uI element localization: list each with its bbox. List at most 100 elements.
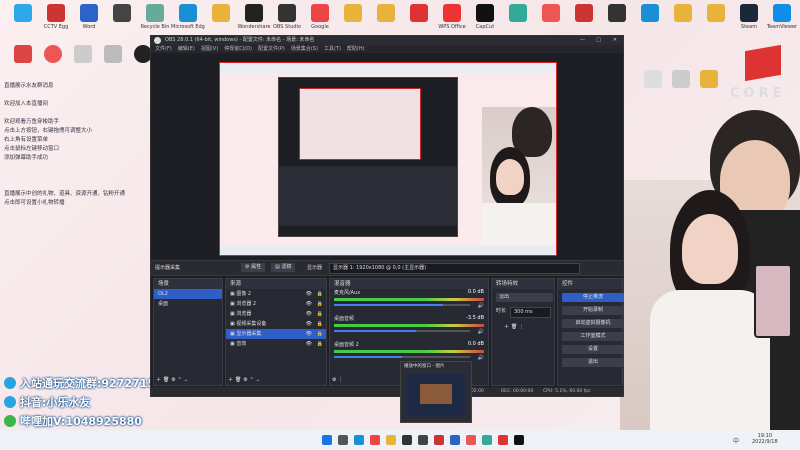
ime-indicator[interactable]: 中 (733, 436, 739, 445)
desktop-icon[interactable] (6, 4, 40, 24)
menu-item[interactable]: 配置文件(P) (258, 46, 285, 52)
lock-icon[interactable]: 🔒 (317, 319, 323, 329)
chrome-icon[interactable] (370, 435, 380, 445)
control-button[interactable]: 开始录制 (562, 306, 624, 315)
source-item[interactable]: ▣ 浏览器 👁 🔒 (226, 309, 326, 319)
scene-settings-button[interactable]: ⚙ (171, 377, 175, 383)
source-item[interactable]: ▣ 视频采集设备 👁 🔒 (226, 319, 326, 329)
control-button[interactable]: 设置 (562, 345, 624, 354)
desktop-icon[interactable] (501, 4, 535, 24)
file-explorer-icon[interactable] (386, 435, 396, 445)
properties-button[interactable]: ⚙ 属性 (241, 263, 266, 272)
desktop-icon[interactable] (369, 4, 403, 24)
desktop-icon[interactable]: Google (303, 4, 337, 30)
display-select[interactable]: 显示器 1: 1920x1080 @ 0,0 (主显示器) (329, 263, 580, 274)
add-source-button[interactable]: ＋ (228, 376, 233, 383)
desktop-icon[interactable] (204, 4, 238, 24)
menu-item[interactable]: 帮助(H) (347, 46, 365, 52)
menu-item[interactable]: 编辑(E) (178, 46, 195, 52)
desktop-icon[interactable] (633, 4, 667, 24)
visibility-eye-icon[interactable]: 👁 (306, 309, 312, 319)
desktop-icon[interactable]: Recycle Bin (138, 4, 172, 30)
desktop-icon[interactable]: CapCut (468, 4, 502, 30)
windows-icon[interactable] (322, 435, 332, 445)
transition-type-select[interactable]: 淡出 (496, 293, 553, 302)
app-icon[interactable] (466, 435, 476, 445)
visibility-eye-icon[interactable]: 👁 (306, 339, 312, 349)
source-up-button[interactable]: ⌃ (250, 377, 254, 383)
desktop-icon[interactable] (699, 4, 733, 24)
menu-item[interactable]: 视图(V) (201, 46, 218, 52)
desktop-icon[interactable]: Microsoft Edge (171, 4, 205, 30)
desktop-icon[interactable]: TeamViewer (765, 4, 799, 30)
app-icon[interactable] (450, 435, 460, 445)
edge-icon[interactable] (354, 435, 364, 445)
remove-source-button[interactable]: 🗑 (235, 377, 241, 383)
desktop-icon[interactable]: WPS Office (435, 4, 469, 30)
app-icon[interactable] (498, 435, 508, 445)
obs-preview[interactable] (219, 62, 557, 256)
desktop-icon[interactable] (666, 4, 700, 24)
scene-item[interactable]: OL2 (154, 289, 222, 299)
add-scene-button[interactable]: ＋ (156, 376, 161, 383)
desktop-icon[interactable]: OBS Studio (270, 4, 304, 30)
clock[interactable]: 19:10 2022/9/18 (752, 433, 778, 445)
search-icon[interactable] (338, 435, 348, 445)
source-item[interactable]: ▣ 浏览器 2 👁 🔒 (226, 299, 326, 309)
obs-title-bar[interactable]: OBS 28.0.1 (64-bit, windows) - 配置文件: 未命名… (151, 36, 623, 45)
remove-transition-button[interactable]: 🗑 (511, 324, 517, 330)
lock-icon[interactable]: 🔒 (317, 299, 323, 309)
mixer-settings-button[interactable]: ⚙ (332, 377, 336, 383)
volume-slider[interactable] (334, 356, 470, 358)
visibility-eye-icon[interactable]: 👁 (306, 299, 312, 309)
lock-icon[interactable]: 🔒 (317, 309, 323, 319)
desktop-icon[interactable] (402, 4, 436, 24)
control-button[interactable]: 停止推流 (562, 293, 624, 302)
desktop-icon[interactable] (567, 4, 601, 24)
close-button[interactable]: ✕ (613, 36, 617, 45)
desktop-icon[interactable]: Word (72, 4, 106, 30)
visibility-eye-icon[interactable]: 👁 (306, 319, 312, 329)
desktop-icon[interactable] (534, 4, 568, 24)
maximize-button[interactable]: □ (596, 36, 601, 45)
menu-item[interactable]: 工具(T) (324, 46, 341, 52)
source-item[interactable]: ▣ 音效 👁 🔒 (226, 339, 326, 349)
menu-item[interactable]: 文件(F) (155, 46, 172, 52)
menu-item[interactable]: 场景集合(S) (291, 46, 318, 52)
app-icon[interactable] (482, 435, 492, 445)
desktop-icon[interactable]: CCTV Egg (39, 4, 73, 30)
duration-input[interactable]: 300 ms (510, 307, 551, 318)
scene-up-button[interactable]: ⌃ (178, 377, 182, 383)
desktop-icon[interactable]: Steam (732, 4, 766, 30)
volume-slider[interactable] (334, 304, 470, 306)
app-icon[interactable] (434, 435, 444, 445)
source-item[interactable]: ▣ 显示器采集 👁 🔒 (226, 329, 326, 339)
scene-item[interactable]: 桌面 (154, 299, 222, 309)
scene-down-button[interactable]: ⌄ (184, 377, 188, 383)
volume-slider[interactable] (334, 330, 470, 332)
desktop-icon[interactable] (336, 4, 370, 24)
minimize-button[interactable]: — (580, 36, 585, 45)
speaker-icon[interactable]: 🔊 (478, 303, 484, 309)
add-transition-button[interactable]: ＋ (504, 323, 509, 330)
control-button[interactable]: 退出 (562, 358, 624, 367)
control-button[interactable]: 工作室模式 (562, 332, 624, 341)
control-button[interactable]: 启动虚拟摄像机 (562, 319, 624, 328)
filters-button[interactable]: ▤ 滤镜 (271, 263, 296, 272)
lock-icon[interactable]: 🔒 (317, 289, 323, 299)
source-down-button[interactable]: ⌄ (256, 377, 260, 383)
speaker-icon[interactable]: 🔊 (478, 329, 484, 335)
app-icon[interactable] (418, 435, 428, 445)
speaker-icon[interactable]: 🔊 (478, 355, 484, 361)
menu-item[interactable]: 停靠窗口(D) (224, 46, 252, 52)
window-preview-popup[interactable]: 播放中的窗口 - 图片 (400, 361, 472, 423)
obs-icon[interactable] (402, 435, 412, 445)
desktop-icon[interactable]: Wondershare (237, 4, 271, 30)
visibility-eye-icon[interactable]: 👁 (306, 329, 312, 339)
source-item[interactable]: ▣ 图像 2 👁 🔒 (226, 289, 326, 299)
app-icon[interactable] (514, 435, 524, 445)
source-settings-button[interactable]: ⚙ (243, 377, 247, 383)
visibility-eye-icon[interactable]: 👁 (306, 289, 312, 299)
remove-scene-button[interactable]: 🗑 (163, 377, 169, 383)
transition-menu-button[interactable]: ⋮ (519, 324, 524, 330)
